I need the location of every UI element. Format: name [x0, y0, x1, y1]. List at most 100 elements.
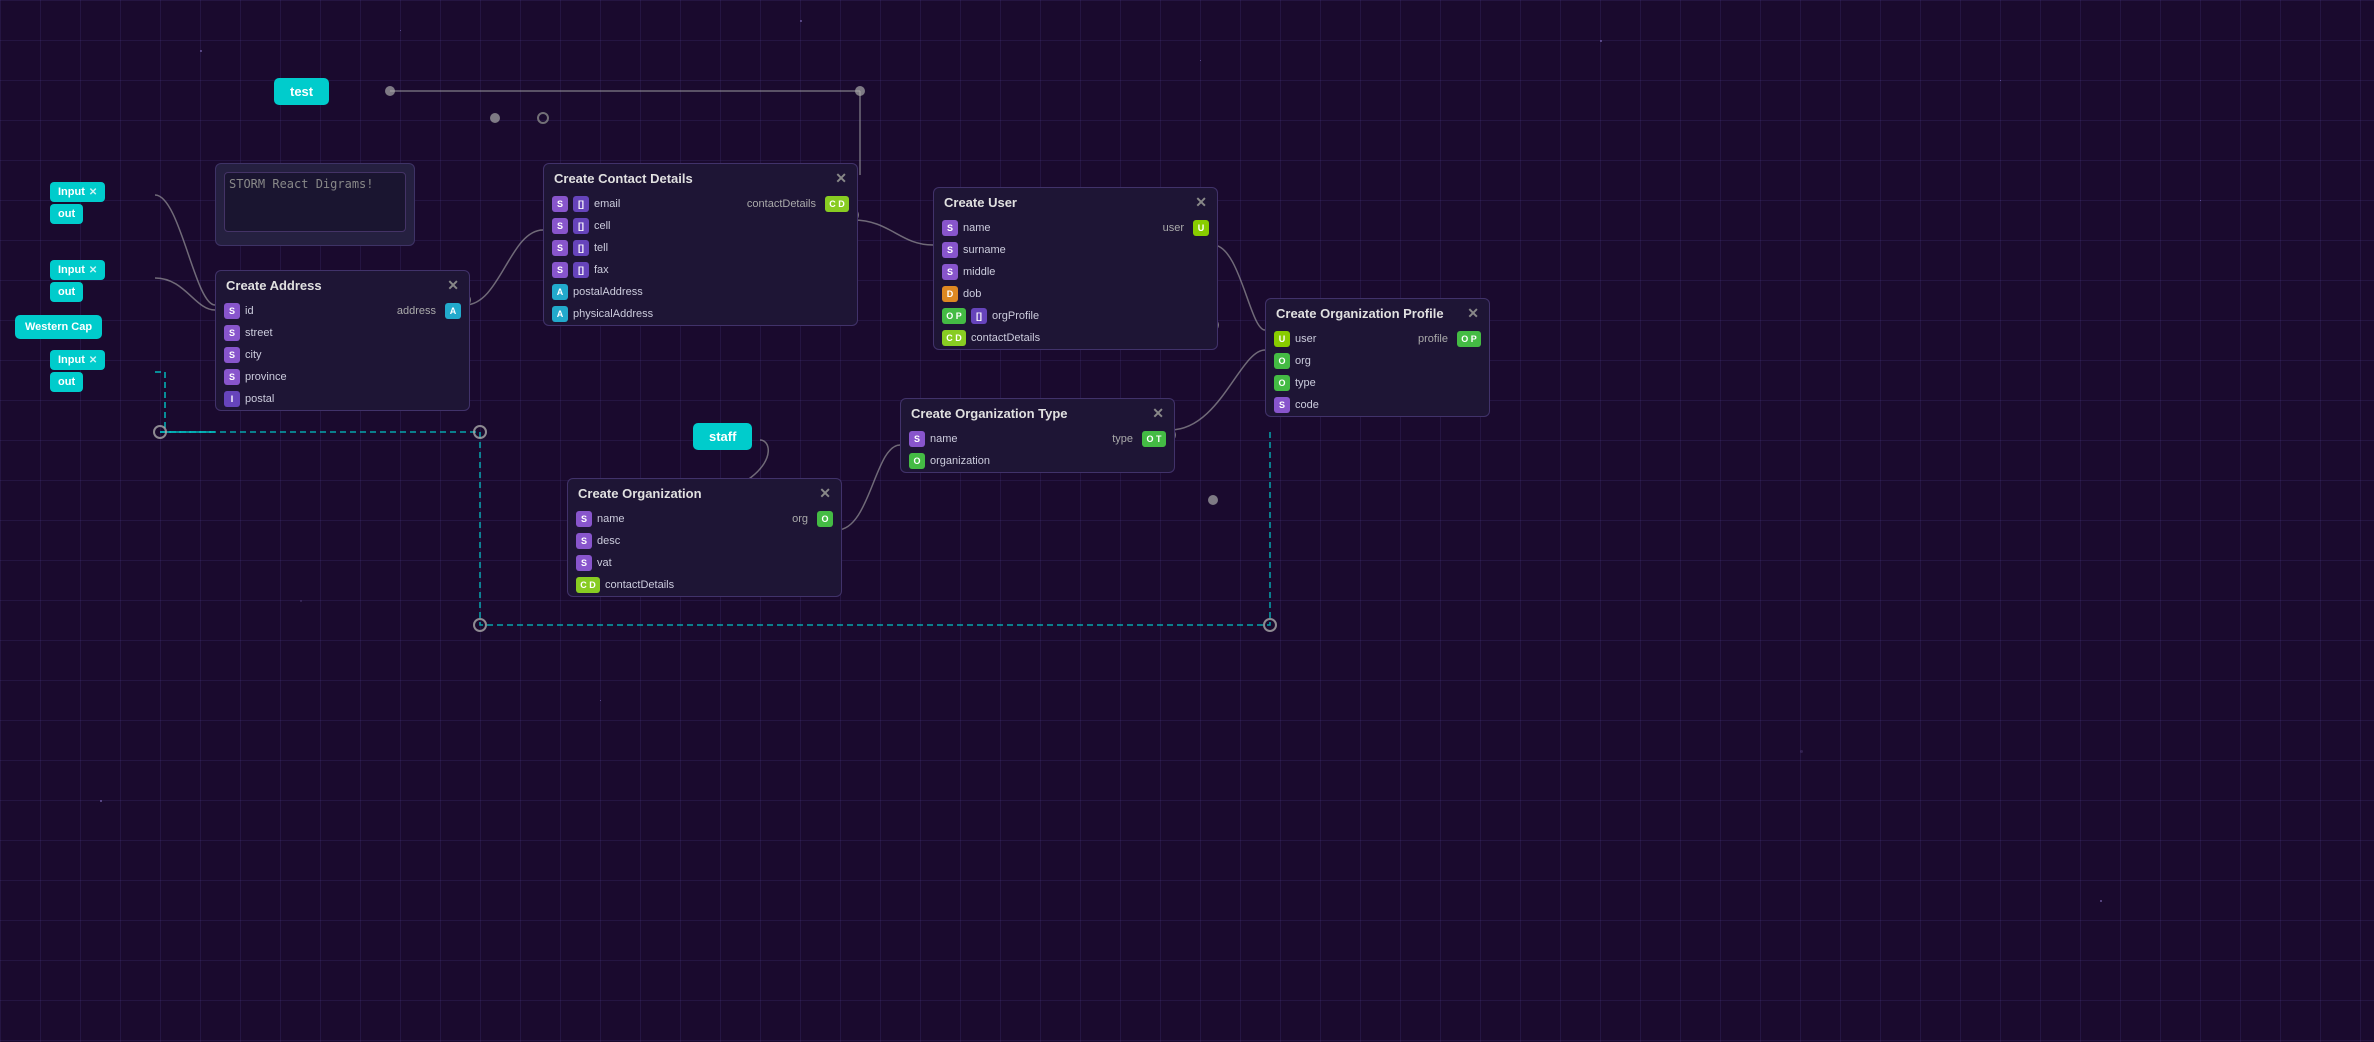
address-id-row: S id address A [216, 300, 469, 322]
badge-s-email: S [552, 196, 568, 212]
badge-bracket-cell: [] [573, 218, 589, 234]
orgprofile-type-row: O type [1266, 372, 1489, 394]
input1-close[interactable]: ✕ [89, 187, 97, 198]
badge-bracket-orgprofile: [] [971, 308, 987, 324]
contact-postal-row: A postalAddress [544, 281, 857, 303]
badge-u-user: U [1193, 220, 1209, 236]
grid-background [0, 0, 2374, 1042]
create-user-header: Create User ✕ [934, 188, 1217, 217]
user-contactdetails-row: C D contactDetails [934, 327, 1217, 349]
create-organization-header: Create Organization ✕ [568, 479, 841, 508]
badge-cd-org-contact: C D [576, 577, 600, 593]
contact-tell-row: S [] tell [544, 237, 857, 259]
org-contact-row: C D contactDetails [568, 574, 841, 596]
create-address-header: Create Address ✕ [216, 271, 469, 300]
badge-s-province: S [224, 369, 240, 385]
field-orgtype-name: name [930, 433, 1107, 445]
badge-s-id: S [224, 303, 240, 319]
badge-a-address: A [445, 303, 461, 319]
field-org-vat: vat [597, 557, 833, 569]
badge-s-orgprofile-code: S [1274, 397, 1290, 413]
user-name-row: S name user U [934, 217, 1217, 239]
badge-s-surname: S [942, 242, 958, 258]
input-node-3[interactable]: Input ✕ out [50, 350, 105, 392]
create-organization-close[interactable]: ✕ [819, 485, 831, 502]
output-type-label: type [1112, 433, 1133, 445]
test-label-node[interactable]: test [274, 78, 329, 105]
field-orgprofile-org: org [1295, 355, 1481, 367]
field-orgtype-org: organization [930, 455, 1166, 467]
org-vat-row: S vat [568, 552, 841, 574]
badge-d-dob: D [942, 286, 958, 302]
create-address-node: Create Address ✕ S id address A S street… [215, 270, 470, 411]
address-province-row: S province [216, 366, 469, 388]
badge-bracket-tell: [] [573, 240, 589, 256]
input-node-1[interactable]: Input ✕ out [50, 182, 105, 224]
create-user-node: Create User ✕ S name user U S surname S … [933, 187, 1218, 350]
field-physicaladdress: physicalAddress [573, 308, 849, 320]
field-fax: fax [594, 264, 849, 276]
input3-label: Input [58, 354, 85, 366]
output-user-label: user [1163, 222, 1184, 234]
badge-o-orgprofile-org: O [1274, 353, 1290, 369]
orgprofile-user-row: U user profile O P [1266, 328, 1489, 350]
badge-u-orgprofile-user: U [1274, 331, 1290, 347]
field-org-desc: desc [597, 535, 833, 547]
badge-s-cell: S [552, 218, 568, 234]
field-street: street [245, 327, 461, 339]
badge-a-postal: A [552, 284, 568, 300]
contact-email-row: S [] email contactDetails C D [544, 193, 857, 215]
create-org-profile-close[interactable]: ✕ [1467, 305, 1479, 322]
create-address-close[interactable]: ✕ [447, 277, 459, 294]
badge-s-tell: S [552, 240, 568, 256]
create-org-type-close[interactable]: ✕ [1152, 405, 1164, 422]
input3-close[interactable]: ✕ [89, 355, 97, 366]
input2-out: out [58, 286, 75, 298]
field-postal: postal [245, 393, 461, 405]
input2-close[interactable]: ✕ [89, 265, 97, 276]
badge-cd-email: C D [825, 196, 849, 212]
create-contact-details-header: Create Contact Details ✕ [544, 164, 857, 193]
field-email: email [594, 198, 742, 210]
field-org-contact: contactDetails [605, 579, 833, 591]
contact-fax-row: S [] fax [544, 259, 857, 281]
staff-label-text: staff [709, 429, 736, 444]
badge-s-street: S [224, 325, 240, 341]
badge-s-name: S [942, 220, 958, 236]
field-org-name: name [597, 513, 787, 525]
input2-label: Input [58, 264, 85, 276]
field-orgprofile-code: code [1295, 399, 1481, 411]
create-org-profile-title: Create Organization Profile [1276, 306, 1444, 321]
badge-s-org-desc: S [576, 533, 592, 549]
field-province: province [245, 371, 461, 383]
org-desc-row: S desc [568, 530, 841, 552]
test-label-text: test [290, 84, 313, 99]
western-cap-node[interactable]: Western Cap [15, 315, 102, 339]
user-dob-row: D dob [934, 283, 1217, 305]
output-profile-label: profile [1418, 333, 1448, 345]
field-middle: middle [963, 266, 1209, 278]
field-name: name [963, 222, 1158, 234]
field-orgprofile-type: type [1295, 377, 1481, 389]
badge-s-org-vat: S [576, 555, 592, 571]
create-contact-details-close[interactable]: ✕ [835, 170, 847, 187]
orgtype-org-row: O organization [901, 450, 1174, 472]
field-dob: dob [963, 288, 1209, 300]
badge-o-orgtype-org: O [909, 453, 925, 469]
output-address-label: address [397, 305, 436, 317]
badge-o-org: O [817, 511, 833, 527]
badge-s-org-name: S [576, 511, 592, 527]
input-node-2[interactable]: Input ✕ out [50, 260, 105, 302]
create-user-close[interactable]: ✕ [1195, 194, 1207, 211]
orgprofile-code-row: S code [1266, 394, 1489, 416]
contact-cell-row: S [] cell [544, 215, 857, 237]
staff-label-node[interactable]: staff [693, 423, 752, 450]
address-postal-row: I postal [216, 388, 469, 410]
field-cell: cell [594, 220, 849, 232]
textarea-content[interactable]: STORM React Digrams! [224, 172, 406, 232]
org-name-row: S name org O [568, 508, 841, 530]
badge-op-orgprofile: O P [942, 308, 966, 324]
create-contact-details-node: Create Contact Details ✕ S [] email cont… [543, 163, 858, 326]
badge-o-orgprofile-type: O [1274, 375, 1290, 391]
field-contactdetails: contactDetails [971, 332, 1209, 344]
